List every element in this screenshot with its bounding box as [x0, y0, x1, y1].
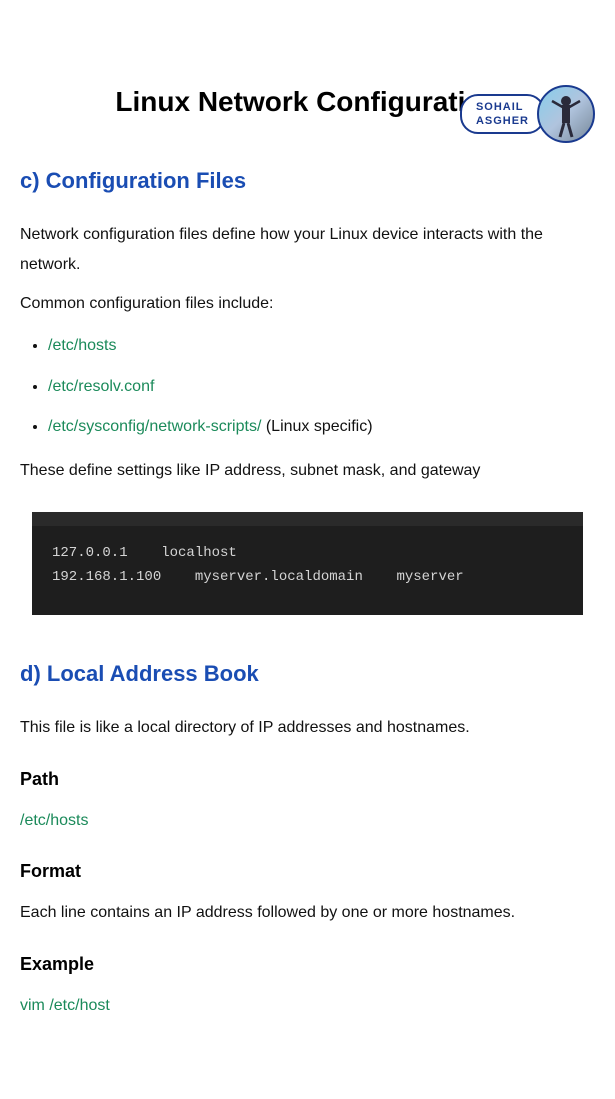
format-text: Each line contains an IP address followe…: [20, 898, 595, 928]
person-icon: [546, 89, 586, 139]
list-item: /etc/sysconfig/network-scripts/ (Linux s…: [48, 412, 595, 442]
list-item: /etc/resolv.conf: [48, 372, 595, 402]
section-c-para3: These define settings like IP address, s…: [20, 456, 595, 486]
example-text: vim /etc/host: [20, 991, 595, 1021]
terminal-line: 192.168.1.100 myserver.localdomain myser…: [52, 569, 464, 585]
terminal-content: 127.0.0.1 localhost 192.168.1.100 myserv…: [32, 526, 583, 616]
file-path: /etc/sysconfig/network-scripts/: [48, 418, 261, 435]
author-avatar: [537, 85, 595, 143]
terminal-line: 127.0.0.1 localhost: [52, 545, 237, 561]
author-name-line1: SOHAIL: [476, 100, 529, 114]
section-d-heading: d) Local Address Book: [20, 653, 595, 695]
format-label: Format: [20, 854, 595, 888]
path-label: Path: [20, 762, 595, 796]
section-c-para2: Common configuration files include:: [20, 289, 595, 319]
list-item: /etc/hosts: [48, 331, 595, 361]
terminal-window: 127.0.0.1 localhost 192.168.1.100 myserv…: [32, 512, 583, 616]
section-d-para1: This file is like a local directory of I…: [20, 713, 595, 743]
section-c-para1: Network configuration files define how y…: [20, 220, 595, 281]
file-note: (Linux specific): [261, 418, 372, 435]
file-path: /etc/hosts: [48, 337, 116, 354]
file-path: /etc/resolv.conf: [48, 378, 154, 395]
section-c-heading: c) Configuration Files: [20, 160, 595, 202]
author-badge: SOHAIL ASGHER: [460, 85, 595, 143]
terminal-titlebar: [32, 512, 583, 526]
author-name-box: SOHAIL ASGHER: [460, 94, 545, 135]
path-value: /etc/hosts: [20, 806, 595, 836]
author-name-line2: ASGHER: [476, 114, 529, 128]
config-files-list: /etc/hosts /etc/resolv.conf /etc/sysconf…: [48, 331, 595, 442]
example-label: Example: [20, 947, 595, 981]
